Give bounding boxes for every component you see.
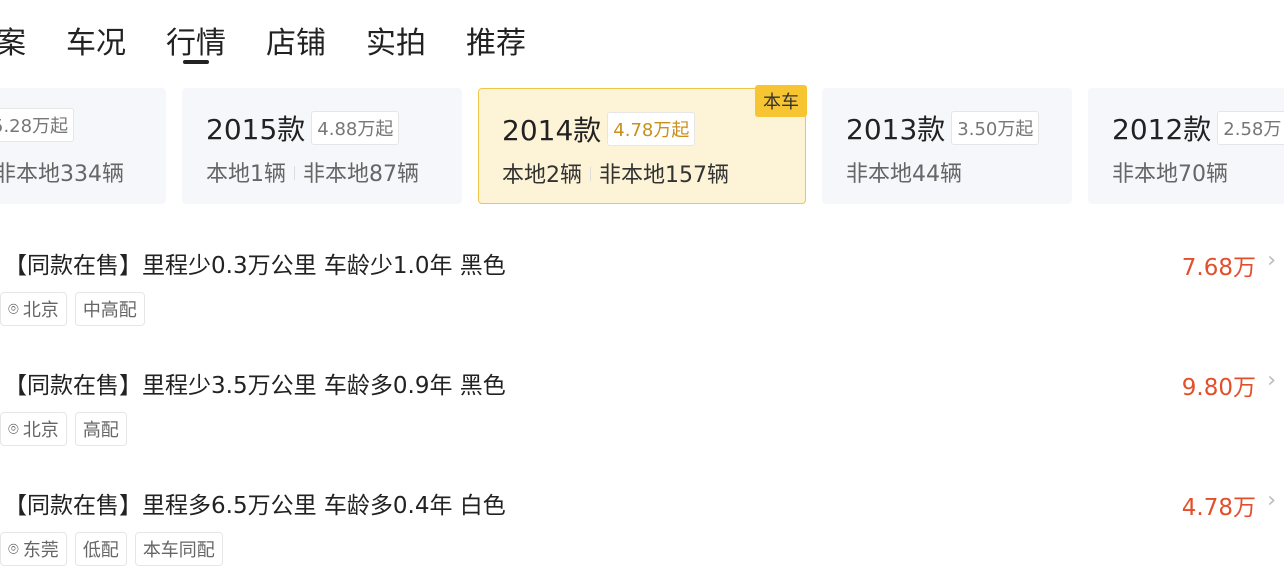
year-card[interactable]: 5.28万起 非本地334辆 [0, 88, 166, 204]
listing-row[interactable]: 【同款在售】里程少0.3万公里 车龄少1.0年 黑色 7.68万 › ⌾ 北京 中… [0, 246, 1284, 336]
nonlocal-count: 非本地87辆 [303, 162, 419, 187]
year-card-selected[interactable]: 本车 2014款 4.78万起 本地2辆 非本地157辆 [478, 85, 807, 204]
config-tag: 高配 [74, 412, 127, 446]
year-card[interactable]: 2015款 4.88万起 本地1辆 非本地87辆 [182, 88, 462, 204]
nonlocal-count: 非本地334辆 [0, 162, 124, 187]
year-label: 2014款 [502, 114, 602, 147]
location-pin-icon: ⌾ [8, 298, 19, 320]
listing-price: 4.78万 [1181, 495, 1256, 521]
location-pin-icon: ⌾ [8, 418, 19, 440]
location-tag: ⌾ 北京 [0, 292, 67, 326]
listing-row[interactable]: 【同款在售】里程少3.5万公里 车龄多0.9年 黑色 9.80万 › ⌾ 北京 高… [0, 366, 1284, 456]
year-label: 2015款 [206, 113, 306, 146]
tab-store[interactable]: 店铺 [266, 18, 326, 62]
start-price: 2.58万 [1217, 111, 1284, 145]
tab-recommend[interactable]: 推荐 [466, 18, 526, 62]
year-label: 2013款 [846, 113, 946, 146]
nonlocal-count: 非本地70辆 [1112, 162, 1228, 187]
listing-title: 【同款在售】里程多6.5万公里 车龄多0.4年 白色 [4, 493, 506, 519]
listing-title: 【同款在售】里程少3.5万公里 车龄多0.9年 黑色 [4, 373, 506, 399]
year-label: 2012款 [1112, 113, 1212, 146]
year-card[interactable]: 2012款 2.58万 非本地70辆 [1088, 88, 1284, 204]
listing-price: 7.68万 [1181, 255, 1256, 281]
current-car-badge: 本车 [755, 85, 807, 117]
chevron-right-icon: › [1267, 248, 1276, 273]
start-price: 5.28万起 [0, 108, 75, 142]
chevron-right-icon: › [1267, 488, 1276, 513]
nonlocal-count: 非本地157辆 [599, 163, 729, 188]
listing-price: 9.80万 [1181, 375, 1256, 401]
config-tag: 中高配 [74, 292, 145, 326]
listing-title: 【同款在售】里程少0.3万公里 车龄少1.0年 黑色 [4, 253, 506, 279]
year-card[interactable]: 2013款 3.50万起 非本地44辆 [822, 88, 1072, 204]
start-price: 3.50万起 [951, 111, 1040, 145]
tab-archive[interactable]: 案 [0, 18, 26, 62]
tab-condition[interactable]: 车况 [66, 18, 126, 62]
same-config-tag: 本车同配 [134, 532, 223, 566]
listing-row[interactable]: 【同款在售】里程多6.5万公里 车龄多0.4年 白色 4.78万 › ⌾ 东莞 低… [0, 486, 1284, 566]
location-tag: ⌾ 北京 [0, 412, 67, 446]
tab-market[interactable]: 行情 [166, 18, 226, 62]
config-tag: 低配 [74, 532, 127, 566]
nonlocal-count: 非本地44辆 [846, 162, 962, 187]
tab-bar: 案 车况 行情 店铺 实拍 推荐 [0, 18, 566, 62]
location-pin-icon: ⌾ [8, 538, 19, 560]
start-price: 4.88万起 [311, 111, 400, 145]
location-tag: ⌾ 东莞 [0, 532, 67, 566]
local-count: 本地1辆 [206, 162, 286, 187]
local-count: 本地2辆 [502, 163, 582, 188]
tab-photos[interactable]: 实拍 [366, 18, 426, 62]
start-price: 4.78万起 [607, 112, 696, 146]
chevron-right-icon: › [1267, 368, 1276, 393]
